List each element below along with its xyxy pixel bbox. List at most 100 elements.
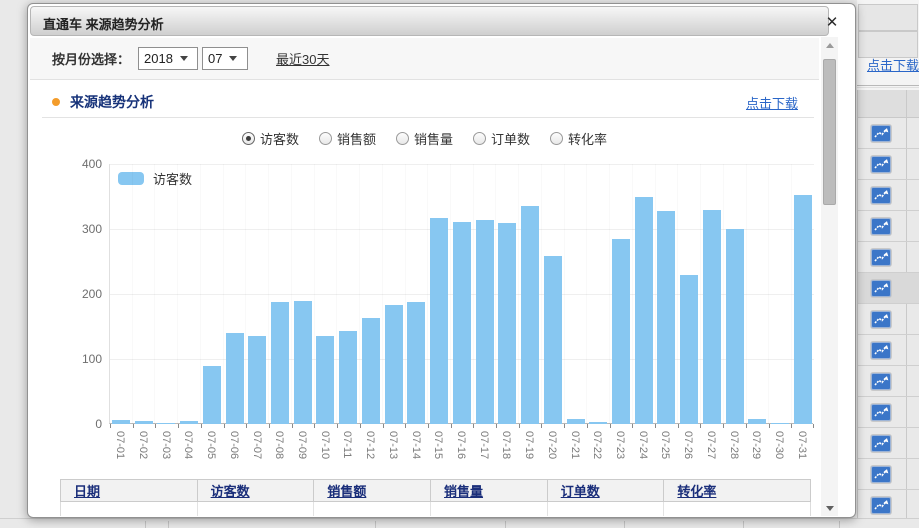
divider xyxy=(168,521,169,528)
chart-slot xyxy=(359,164,382,424)
x-axis-label: 07-07 xyxy=(251,431,263,459)
radio-icon xyxy=(550,132,563,145)
chart-slot xyxy=(586,164,609,424)
metric-label: 访客数 xyxy=(260,129,299,148)
metric-label: 订单数 xyxy=(491,129,530,148)
x-axis-label: 07-24 xyxy=(637,431,649,459)
trend-chart-icon[interactable] xyxy=(871,125,891,142)
y-axis-label: 400 xyxy=(68,157,102,171)
radio-icon xyxy=(319,132,332,145)
chart-slot xyxy=(154,164,177,424)
x-axis-label: 07-31 xyxy=(796,431,808,459)
trend-chart-icon[interactable] xyxy=(871,404,891,421)
trend-chart-icon[interactable] xyxy=(871,156,891,173)
column-sort-link[interactable]: 日期 xyxy=(74,481,100,500)
table-row xyxy=(858,149,919,180)
x-axis-label: 07-28 xyxy=(728,431,740,459)
x-axis-tick xyxy=(791,424,792,428)
chart-bar xyxy=(180,421,198,424)
x-axis-label: 07-19 xyxy=(523,431,535,459)
x-axis-label: 07-30 xyxy=(773,431,785,459)
table-row xyxy=(858,397,919,428)
chart-slot xyxy=(427,164,450,424)
chart-slot xyxy=(382,164,405,424)
chart-slot xyxy=(700,164,723,424)
scrollbar-thumb[interactable] xyxy=(823,59,836,205)
metric-label: 销售额 xyxy=(337,129,376,148)
month-filter-label: 按月份选择： xyxy=(52,49,130,68)
chart-bar xyxy=(635,197,653,425)
x-axis-tick xyxy=(678,424,679,428)
chart-bar xyxy=(294,301,312,425)
trend-chart-icon[interactable] xyxy=(871,342,891,359)
divider xyxy=(857,85,919,86)
trend-chart-icon[interactable] xyxy=(871,187,891,204)
trend-chart-icon[interactable] xyxy=(871,249,891,266)
table-row xyxy=(858,180,919,211)
x-axis-label: 07-25 xyxy=(659,431,671,459)
chart-bar xyxy=(589,422,607,424)
trend-chart-icon[interactable] xyxy=(871,466,891,483)
table-header-cell: 销售额 xyxy=(313,480,430,501)
chart-slot xyxy=(518,164,541,424)
chart-slot xyxy=(473,164,496,424)
column-sort-link[interactable]: 订单数 xyxy=(561,481,600,500)
table-cell xyxy=(313,502,430,516)
column-sort-link[interactable]: 销售额 xyxy=(327,481,366,500)
column-sort-link[interactable]: 销售量 xyxy=(444,481,483,500)
x-axis-tick xyxy=(519,424,520,428)
column-sort-link[interactable]: 访客数 xyxy=(211,481,250,500)
divider xyxy=(839,521,840,528)
x-axis-tick xyxy=(201,424,202,428)
chart-bar xyxy=(544,256,562,424)
month-select[interactable]: 07 xyxy=(202,47,248,70)
chart-slot xyxy=(268,164,291,424)
x-axis-label: 07-13 xyxy=(387,431,399,459)
x-axis-label: 07-12 xyxy=(364,431,376,459)
table-row xyxy=(60,502,811,516)
x-axis-tick xyxy=(292,424,293,428)
radio-icon xyxy=(242,132,255,145)
recent-30-days-link[interactable]: 最近30天 xyxy=(276,49,329,68)
trend-chart-icon[interactable] xyxy=(871,311,891,328)
chart-bar xyxy=(248,336,266,424)
chart-bar xyxy=(726,229,744,424)
scroll-down-icon xyxy=(826,506,834,511)
chart-slot xyxy=(495,164,518,424)
metric-radio-销售量[interactable]: 销售量 xyxy=(396,129,453,148)
table-header-cell: 订单数 xyxy=(547,480,664,501)
x-axis-label: 07-10 xyxy=(319,431,331,459)
x-axis-label: 07-27 xyxy=(705,431,717,459)
y-axis-label: 100 xyxy=(68,352,102,366)
radio-icon xyxy=(396,132,409,145)
x-axis-tick xyxy=(246,424,247,428)
table-row xyxy=(858,366,919,397)
x-axis-tick xyxy=(451,424,452,428)
background-download-link[interactable]: 点击下载 xyxy=(867,55,919,74)
table-row xyxy=(858,118,919,149)
metric-radio-访客数[interactable]: 访客数 xyxy=(242,129,299,148)
trend-chart-icon[interactable] xyxy=(871,373,891,390)
close-icon[interactable]: ✕ xyxy=(822,13,842,33)
trend-chart-icon[interactable] xyxy=(871,218,891,235)
metric-radio-销售额[interactable]: 销售额 xyxy=(319,129,376,148)
x-axis-label: 07-18 xyxy=(500,431,512,459)
dialog-titlebar[interactable]: 直通车 来源趋势分析 ✕ xyxy=(30,6,829,36)
x-axis-tick xyxy=(428,424,429,428)
scroll-down-button[interactable] xyxy=(821,500,838,516)
chart-bar xyxy=(703,210,721,425)
download-link[interactable]: 点击下载 xyxy=(746,93,798,112)
scrollbar[interactable] xyxy=(821,37,838,516)
trend-chart-icon[interactable] xyxy=(871,435,891,452)
x-axis-tick xyxy=(632,424,633,428)
year-select[interactable]: 2018 xyxy=(138,47,198,70)
metric-radio-转化率[interactable]: 转化率 xyxy=(550,129,607,148)
trend-chart-icon[interactable] xyxy=(871,280,891,297)
scroll-up-button[interactable] xyxy=(821,37,838,53)
metric-radio-订单数[interactable]: 订单数 xyxy=(473,129,530,148)
chart-bar xyxy=(316,336,334,424)
chart-slot xyxy=(655,164,678,424)
x-axis-label: 07-04 xyxy=(182,431,194,459)
column-sort-link[interactable]: 转化率 xyxy=(677,481,716,500)
trend-chart-icon[interactable] xyxy=(871,497,891,514)
